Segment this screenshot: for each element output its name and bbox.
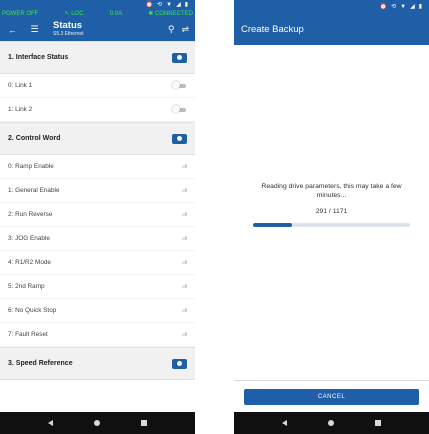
progress-count: 291 / 1171 <box>315 208 348 215</box>
wifi-icon: ◢ <box>176 2 182 8</box>
local-mode-indicator: ↖ LOC <box>64 11 84 17</box>
nav-recents-icon[interactable] <box>140 420 147 426</box>
current-readout: 0.0A <box>109 10 123 17</box>
list-item: 0: Link 1 <box>0 74 195 98</box>
list-item-value: off <box>182 236 187 241</box>
list-item-label: 2: Run Reverse <box>8 211 53 218</box>
drive-status-bar: POWER OFF ↖ LOC 0.0A ✱ CONNECTED <box>0 9 195 18</box>
list-item: 1: General Enable off <box>0 179 195 203</box>
link-2-switch[interactable] <box>172 105 187 113</box>
nav-home-icon[interactable] <box>93 420 100 426</box>
system-status-bar: ⏰ ⟲ ▼ ◢ ▮ <box>234 0 429 13</box>
list-item-value: off <box>182 188 187 193</box>
section-title: 3. Speed Reference <box>8 360 73 367</box>
section-header-interface-status[interactable]: 1. Interface Status <box>0 41 195 74</box>
hamburger-menu-icon[interactable]: ☰ <box>28 24 41 35</box>
list-item: 1: Link 2 <box>0 98 195 122</box>
connection-status: ✱ CONNECTED <box>148 11 193 17</box>
list-item-label: 4: R1/R2 Mode <box>8 259 51 266</box>
list-item-label: 6: No Quick Stop <box>8 307 57 314</box>
app-bar: Create Backup <box>234 13 429 45</box>
nav-back-icon[interactable] <box>48 420 54 426</box>
battery-icon: ▮ <box>418 4 423 10</box>
list-item: 5: 2nd Ramp off <box>0 275 195 299</box>
dot-icon <box>177 136 182 141</box>
list-item-label: 7: Fault Reset <box>8 331 48 338</box>
backup-progress: Reading drive parameters, this may take … <box>234 182 429 227</box>
cancel-button[interactable]: CANCEL <box>244 389 419 405</box>
sync-icon: ⟲ <box>391 4 398 10</box>
alarm-icon: ⏰ <box>379 4 389 10</box>
bluetooth-icon: ✱ <box>148 11 154 17</box>
app-bar: ← ☰ Status S5.3 Ethernet ⚲ ⇌ <box>0 18 195 41</box>
list-item-value: off <box>182 164 187 169</box>
list-item: 3: JOG Enable off <box>0 227 195 251</box>
dot-icon <box>177 55 182 60</box>
section-title: 2. Control Word <box>8 135 61 142</box>
list-item-label: 1: Link 2 <box>8 106 33 113</box>
progress-bar-fill <box>253 223 292 227</box>
android-nav-bar <box>234 412 429 434</box>
list-item: 7: Fault Reset off <box>0 323 195 347</box>
list-item-label: 0: Link 1 <box>8 82 33 89</box>
list-item-value: off <box>182 308 187 313</box>
sync-icon: ⟲ <box>157 2 164 8</box>
page-title: Status <box>53 20 83 31</box>
cancel-area: CANCEL <box>234 380 429 405</box>
status-screen: ⏰ ⟲ ▼ ◢ ▮ POWER OFF ↖ LOC 0.0A ✱ CONNECT… <box>0 0 195 434</box>
section-header-speed-reference[interactable]: 3. Speed Reference <box>0 347 195 380</box>
progress-message: Reading drive parameters, this may take … <box>261 183 402 199</box>
wifi-icon: ◢ <box>410 4 416 10</box>
signal-icon: ▼ <box>400 3 408 10</box>
list-item-label: 5: 2nd Ramp <box>8 283 45 290</box>
battery-icon: ▮ <box>184 2 189 8</box>
status-list: 1. Interface Status 0: Link 1 1: Link 2 … <box>0 41 195 380</box>
system-status-bar: ⏰ ⟲ ▼ ◢ ▮ <box>0 0 195 9</box>
section-toggle-button[interactable] <box>172 358 187 369</box>
list-item-value: off <box>182 260 187 265</box>
list-item-label: 0: Ramp Enable <box>8 163 54 170</box>
power-status: POWER OFF <box>2 10 39 17</box>
alarm-icon: ⏰ <box>145 2 155 8</box>
list-item-value: off <box>182 332 187 337</box>
app-bar-titles: Status S5.3 Ethernet <box>53 21 84 38</box>
link-1-switch[interactable] <box>172 81 187 89</box>
dot-icon <box>177 361 182 366</box>
nav-recents-icon[interactable] <box>374 420 381 426</box>
page-subtitle: S5.3 Ethernet <box>53 31 84 37</box>
list-item-label: 3: JOG Enable <box>8 235 50 242</box>
filter-icon[interactable]: ⇌ <box>181 24 189 35</box>
section-header-control-word[interactable]: 2. Control Word <box>0 122 195 155</box>
nav-home-icon[interactable] <box>327 420 334 426</box>
section-toggle-button[interactable] <box>172 52 187 63</box>
list-item-value: off <box>182 212 187 217</box>
back-arrow-icon[interactable]: ← <box>6 25 19 35</box>
list-item: 2: Run Reverse off <box>0 203 195 227</box>
search-icon[interactable]: ⚲ <box>168 24 175 35</box>
section-toggle-button[interactable] <box>172 133 187 144</box>
section-title: 1. Interface Status <box>8 54 69 61</box>
app-bar-actions: ⚲ ⇌ <box>168 18 189 41</box>
list-item: 0: Ramp Enable off <box>0 155 195 179</box>
list-item: 4: R1/R2 Mode off <box>0 251 195 275</box>
create-backup-screen: ⏰ ⟲ ▼ ◢ ▮ Create Backup Reading drive pa… <box>234 0 429 434</box>
list-item-label: 1: General Enable <box>8 187 60 194</box>
list-item: 6: No Quick Stop off <box>0 299 195 323</box>
signal-icon: ▼ <box>166 1 174 8</box>
progress-bar <box>253 223 410 227</box>
android-nav-bar <box>0 412 195 434</box>
list-item-value: off <box>182 284 187 289</box>
page-title: Create Backup <box>241 23 304 35</box>
nav-back-icon[interactable] <box>282 420 288 426</box>
loc-arrow-icon: ↖ <box>64 11 70 17</box>
